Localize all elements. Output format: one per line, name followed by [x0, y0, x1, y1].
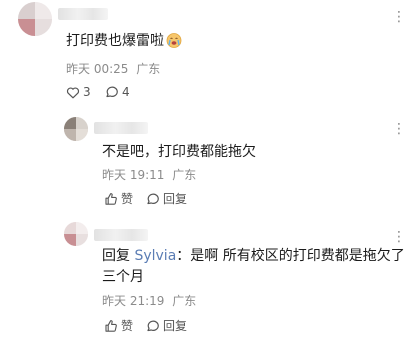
- like-button[interactable]: 赞: [104, 191, 133, 207]
- reply-location: 广东: [172, 294, 197, 308]
- thumbs-up-icon: [105, 193, 117, 205]
- username[interactable]: [58, 8, 108, 20]
- comment-text-content: 打印费也爆雷啦: [66, 33, 164, 49]
- reply-time: 昨天 19:11: [102, 168, 165, 182]
- username[interactable]: [94, 229, 148, 241]
- comment-meta: 昨天 00:25 广东: [66, 61, 160, 77]
- crying-face-emoji-icon: [166, 32, 182, 48]
- reply-prefix: 回复: [102, 248, 135, 264]
- reply-text: 回复 Sylvia：是啊 所有校区的打印费都是拖欠了: [102, 245, 405, 267]
- reply-text-line2: 三个月: [102, 269, 144, 285]
- speech-bubble-icon: [147, 193, 159, 204]
- reply-time: 昨天 21:19: [102, 294, 165, 308]
- reply-text-line1: ：是啊 所有校区的打印费都是拖欠了: [176, 248, 405, 264]
- comment-thread: ⋮ 打印费也爆雷啦 昨天 00:25 广东 3 4 ⋮ 不是吧，打印费都能拖欠 …: [0, 0, 419, 342]
- like-label: 赞: [121, 192, 134, 206]
- reply-button[interactable]: 回复: [146, 318, 187, 334]
- reply-button[interactable]: 回复: [146, 191, 187, 207]
- reply-count-button[interactable]: 4: [105, 84, 130, 100]
- reply-count: 4: [122, 85, 130, 99]
- avatar[interactable]: [64, 222, 88, 246]
- thumbs-up-icon: [105, 320, 117, 332]
- like-button[interactable]: 3: [66, 84, 91, 100]
- reply-text: 不是吧，打印费都能拖欠: [102, 144, 256, 160]
- reply-meta: 昨天 21:19 广东: [102, 293, 196, 309]
- reply-meta: 昨天 19:11 广东: [102, 167, 196, 183]
- reply-label: 回复: [163, 192, 188, 206]
- heart-icon: [66, 86, 80, 98]
- like-button[interactable]: 赞: [104, 318, 133, 334]
- more-options-icon[interactable]: ⋮: [392, 230, 407, 244]
- comment-location: 广东: [136, 62, 161, 76]
- more-options-icon[interactable]: ⋮: [392, 10, 407, 24]
- username[interactable]: [94, 122, 148, 134]
- more-options-icon[interactable]: ⋮: [392, 122, 407, 136]
- speech-bubble-icon: [106, 86, 118, 97]
- speech-bubble-icon: [147, 320, 159, 331]
- avatar[interactable]: [18, 2, 52, 36]
- mention-link[interactable]: Sylvia: [134, 248, 176, 264]
- reply-location: 广东: [172, 168, 197, 182]
- comment-text: 打印费也爆雷啦: [66, 30, 182, 52]
- like-count: 3: [83, 85, 91, 99]
- comment-time: 昨天 00:25: [66, 62, 129, 76]
- like-label: 赞: [121, 319, 134, 333]
- reply-label: 回复: [163, 319, 188, 333]
- avatar[interactable]: [64, 117, 88, 141]
